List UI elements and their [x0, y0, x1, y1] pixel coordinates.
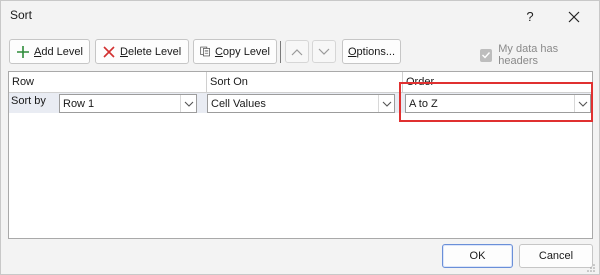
move-down-button[interactable]: [312, 40, 336, 63]
dropdown-arrow[interactable]: [378, 95, 394, 112]
checkbox-label: My data has headers: [498, 43, 559, 67]
chevron-down-icon: [184, 101, 193, 107]
toolbar: Add Level Delete Level Copy Level Option…: [9, 39, 595, 67]
checkmark-icon: [482, 52, 491, 59]
dropdown-arrow[interactable]: [180, 95, 196, 112]
plus-icon: [17, 45, 29, 58]
chevron-up-icon: [291, 48, 303, 55]
dropdown-arrow[interactable]: [574, 95, 590, 112]
column-header-row: Row: [9, 72, 207, 92]
ok-button[interactable]: OK: [442, 244, 513, 268]
help-button[interactable]: ?: [519, 6, 541, 28]
column-header-order: Order: [406, 76, 435, 88]
chevron-down-icon: [578, 101, 587, 107]
sort-on-select[interactable]: Cell Values: [207, 94, 395, 113]
move-up-button[interactable]: [285, 40, 309, 63]
my-data-has-headers-checkbox[interactable]: My data has headers: [480, 43, 595, 67]
delete-x-icon: [103, 45, 115, 58]
checkbox[interactable]: [480, 48, 493, 62]
order-select[interactable]: A to Z: [405, 94, 591, 113]
cancel-button[interactable]: Cancel: [519, 244, 593, 268]
column-header-sort-on: Sort On: [207, 72, 403, 92]
title-bar[interactable]: Sort ?: [1, 1, 599, 33]
delete-level-button[interactable]: Delete Level: [95, 39, 189, 64]
toolbar-separator: [280, 41, 281, 63]
sort-dialog: Sort ? Add Level Delete Level Copy Level…: [0, 0, 600, 275]
dialog-title: Sort: [10, 8, 33, 22]
resize-grip-icon[interactable]: [586, 263, 596, 273]
close-icon: [568, 11, 580, 23]
add-level-button[interactable]: Add Level: [9, 39, 90, 64]
chevron-down-icon: [382, 101, 391, 107]
row-select[interactable]: Row 1: [59, 94, 197, 113]
options-button[interactable]: Options...: [342, 39, 401, 64]
sort-by-label: Sort by: [11, 95, 46, 107]
copy-icon: [200, 46, 210, 57]
chevron-down-icon: [318, 48, 330, 55]
copy-level-button[interactable]: Copy Level: [193, 39, 277, 64]
sort-levels-grid: Row Sort On Order Sort by Row 1 Cell Val…: [8, 71, 593, 239]
close-button[interactable]: [563, 6, 585, 28]
